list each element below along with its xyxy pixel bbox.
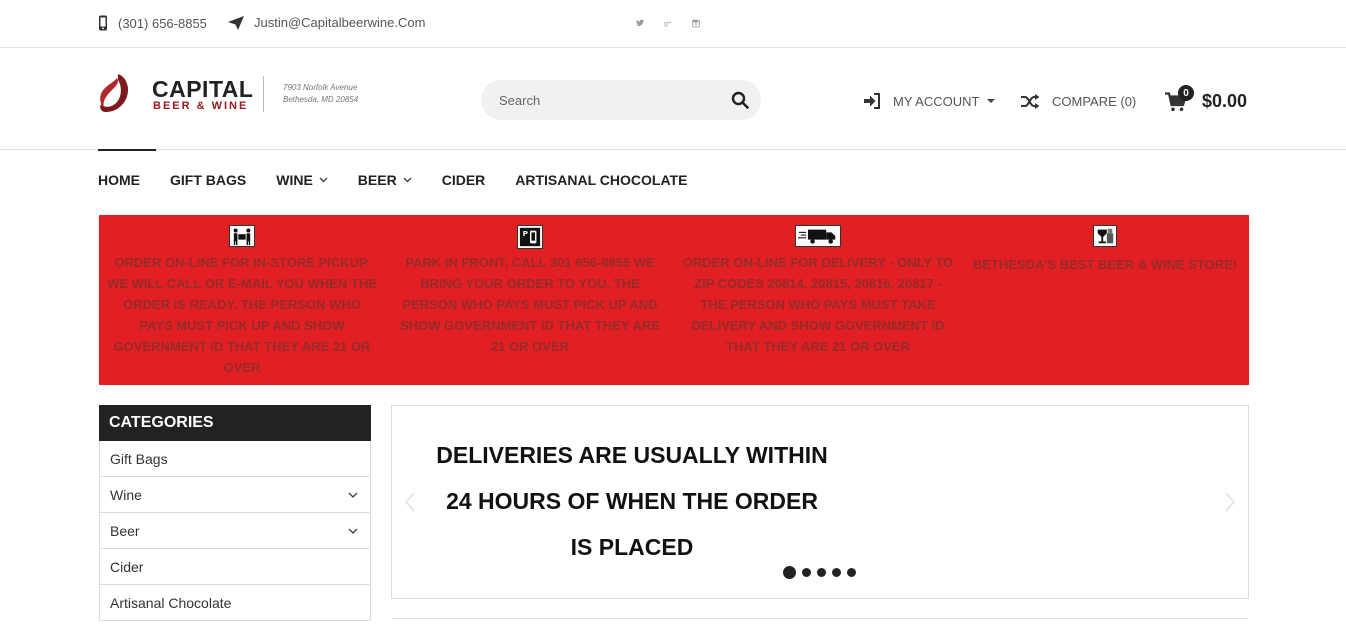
my-account-dropdown[interactable]: MY ACCOUNT [863, 93, 996, 109]
chevron-right-icon[interactable] [1224, 492, 1236, 512]
category-beer[interactable]: Beer [99, 513, 371, 549]
chevron-down-icon [403, 177, 412, 183]
slider-dot[interactable] [847, 568, 856, 577]
nav-label: HOME [98, 172, 140, 188]
promo-slider: DELIVERIES ARE USUALLY WITHIN 24 HOURS O… [391, 405, 1249, 599]
nav-label: ARTISANAL CHOCOLATE [515, 172, 688, 188]
slider-pagination [783, 566, 856, 579]
shuffle-icon [1021, 94, 1040, 109]
compare-link[interactable]: COMPARE (0) [1021, 94, 1136, 109]
sign-in-icon [864, 93, 880, 109]
nav-label: CIDER [441, 172, 486, 188]
nav-item-gift-bags[interactable]: GIFT BAGS [170, 150, 246, 210]
chevron-left-icon[interactable] [404, 492, 416, 512]
category-label: Beer [110, 522, 140, 539]
nav-item-artisanal-chocolate[interactable]: ARTISANAL CHOCOLATE [515, 150, 687, 210]
email-contact[interactable]: Justin@Capitalbeerwine.Com [228, 15, 425, 30]
top-bar: (301) 656-8855 Justin@Capitalbeerwine.Co… [0, 0, 1346, 48]
svg-text:P: P [523, 229, 529, 238]
divider [391, 618, 1249, 619]
search-bar [481, 80, 761, 120]
nav-label: BEER [357, 172, 397, 188]
store-address: 7903 Norfolk Avenue Bethesda, MD 20854 [283, 82, 358, 106]
instagram-icon[interactable] [692, 14, 710, 32]
wine-swirl-logo-icon [100, 74, 128, 112]
nav-item-wine[interactable]: WINE [276, 150, 328, 210]
social-links: g + [636, 14, 710, 32]
logo-divider [263, 76, 264, 112]
nav-item-beer[interactable]: BEER [358, 150, 412, 210]
cart-button[interactable]: 0 $0.00 [1165, 85, 1255, 115]
google-plus-icon[interactable]: g + [664, 14, 682, 32]
nav-label: WINE [276, 172, 313, 188]
caret-down-icon [987, 99, 996, 103]
nav-item-home[interactable]: HOME [98, 149, 156, 210]
banner-item-curbside: P PARK IN FRONT, CALL 301 656-8855 WE BR… [392, 215, 668, 385]
phone-icon [99, 15, 107, 31]
store-icon [1093, 225, 1117, 247]
twitter-icon[interactable] [636, 14, 654, 32]
parking-icon: P [517, 225, 543, 249]
chevron-down-icon[interactable] [348, 528, 358, 534]
delivery-truck-icon [795, 225, 841, 247]
pickup-icon [229, 225, 255, 247]
categories-title: CATEGORIES [99, 405, 371, 441]
slider-dot[interactable] [783, 566, 796, 579]
slide-text: DELIVERIES ARE USUALLY WITHIN 24 HOURS O… [432, 432, 832, 570]
banner-item-store: BETHESDA'S BEST BEER & WINE STORE! [969, 215, 1241, 385]
slider-dot[interactable] [817, 568, 826, 577]
nav-label: GIFT BAGS [170, 172, 247, 188]
slide-line: DELIVERIES ARE USUALLY WITHIN [436, 442, 828, 468]
slider-dot[interactable] [832, 568, 841, 577]
slide-line: IS PLACED [570, 534, 694, 560]
banner-text: ORDER ON-LINE FOR DELIVERY - ONLY TO ZIP… [682, 255, 954, 354]
banner-text: PARK IN FRONT, CALL 301 656-8855 WE BRIN… [400, 255, 660, 354]
banner-item-pickup: ORDER ON-LINE FOR IN-STORE PICKUP. WE WI… [107, 215, 377, 385]
category-gift-bags[interactable]: Gift Bags [99, 441, 371, 477]
logo-subtitle: BEER & WINE [153, 100, 249, 112]
compare-label: COMPARE (0) [1052, 94, 1137, 109]
cart-count-badge: 0 [1178, 85, 1194, 101]
nav-item-cider[interactable]: CIDER [442, 150, 486, 210]
slider-dot[interactable] [802, 568, 811, 577]
svg-text:+: + [668, 19, 672, 25]
chevron-down-icon [319, 177, 328, 183]
address-line-2: Bethesda, MD 20854 [283, 95, 359, 104]
chevron-down-icon[interactable] [348, 492, 358, 498]
banner-text: BETHESDA'S BEST BEER & WINE STORE! [972, 257, 1238, 272]
banner-text: ORDER ON-LINE FOR IN-STORE PICKUP. WE WI… [107, 255, 377, 375]
category-artisanal-chocolate[interactable]: Artisanal Chocolate [99, 585, 371, 621]
my-account-label: MY ACCOUNT [893, 93, 980, 109]
paper-plane-icon [228, 15, 244, 30]
main-nav: HOME GIFT BAGS WINE BEER CIDER ARTISANAL… [98, 149, 717, 210]
categories-sidebar: CATEGORIES Gift Bags Wine Beer Cider Art… [99, 405, 371, 621]
category-label: Gift Bags [110, 450, 168, 467]
search-input[interactable] [499, 90, 709, 110]
phone-number: (301) 656-8855 [118, 15, 207, 31]
address-line-1: 7903 Norfolk Avenue [283, 83, 358, 92]
logo-title: CAPITAL [152, 76, 254, 102]
category-label: Cider [110, 558, 144, 575]
category-cider[interactable]: Cider [99, 549, 371, 585]
category-label: Wine [110, 486, 142, 503]
site-logo[interactable]: CAPITAL BEER & WINE 7903 Norfolk Avenue … [98, 70, 368, 120]
slide-line: 24 HOURS OF WHEN THE ORDER [446, 488, 818, 514]
info-banner: ORDER ON-LINE FOR IN-STORE PICKUP. WE WI… [99, 215, 1249, 385]
category-wine[interactable]: Wine [99, 477, 371, 513]
phone-contact[interactable]: (301) 656-8855 [98, 15, 207, 31]
email-address: Justin@Capitalbeerwine.Com [254, 15, 426, 30]
search-icon[interactable] [731, 91, 749, 109]
cart-total: $0.00 [1202, 91, 1248, 111]
category-label: Artisanal Chocolate [110, 594, 232, 611]
header: CAPITAL BEER & WINE 7903 Norfolk Avenue … [0, 48, 1346, 150]
banner-item-delivery: ORDER ON-LINE FOR DELIVERY - ONLY TO ZIP… [682, 215, 954, 385]
